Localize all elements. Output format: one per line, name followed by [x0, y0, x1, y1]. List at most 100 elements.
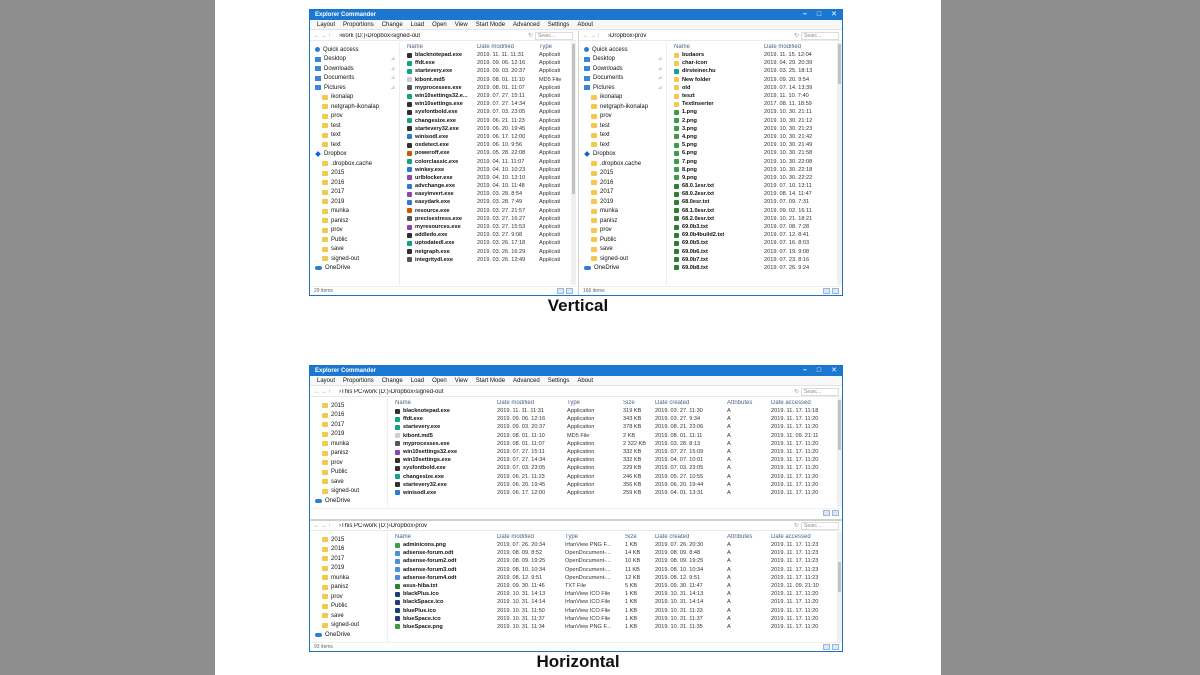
file-row[interactable]: 68.0esr.txt 2019. 07. 09. 7:31 — [671, 198, 836, 206]
file-row[interactable]: blacknotepad.exe 2019. 11. 11. 11:31 Appli… — [404, 51, 570, 59]
nav-item[interactable]: netgraph-ikonalap — [579, 102, 666, 112]
file-row[interactable]: kibont.md5 2019. 08. 01. 11:10 MD5 File — [404, 76, 570, 84]
file-row[interactable]: changesize.exe 2019. 06. 21. 11:23 Applica… — [392, 473, 836, 481]
nav-item[interactable]: Pictures ⊿ — [310, 83, 399, 93]
nav-item[interactable]: 2017 — [579, 188, 666, 198]
column-header[interactable]: Date modified — [477, 44, 539, 50]
up-icon[interactable]: ↑ — [597, 33, 604, 39]
nav-item[interactable]: prov — [310, 592, 387, 602]
refresh-icon[interactable]: ↻ — [794, 32, 801, 39]
menu-open[interactable]: Open — [428, 378, 451, 384]
file-row[interactable]: 68.0.1esr.txt 2019. 07. 10. 13:11 — [671, 182, 836, 190]
refresh-icon[interactable]: ↻ — [794, 388, 801, 395]
scrollbar-thumb[interactable] — [838, 44, 841, 84]
breadcrumb-item[interactable]: signed-out — [392, 33, 420, 39]
nav-item[interactable]: Public — [310, 235, 399, 245]
menu-change[interactable]: Change — [378, 22, 407, 28]
file-row[interactable]: 69.0b5.txt 2019. 07. 16. 8:03 — [671, 239, 836, 247]
file-row[interactable]: TextInserter 2017. 08. 11. 18:59 — [671, 100, 836, 108]
refresh-icon[interactable]: ↻ — [794, 522, 801, 529]
menu-load[interactable]: Load — [407, 22, 428, 28]
column-header[interactable]: Date modified — [497, 400, 567, 406]
file-row[interactable]: sysfontbold.exe 2019. 07. 03. 23:05 Applic… — [404, 108, 570, 116]
nav-item[interactable]: prov — [579, 226, 666, 236]
menu-start-mode[interactable]: Start Mode — [472, 22, 509, 28]
file-row[interactable]: 9.png 2019. 10. 30. 22:22 — [671, 174, 836, 182]
file-row[interactable]: 6.png 2019. 10. 30. 21:58 — [671, 149, 836, 157]
file-row[interactable]: 1.png 2019. 10. 30. 21:11 — [671, 108, 836, 116]
file-row[interactable]: adsense-forum2.odt 2019. 08. 09. 19:25 Ope… — [392, 557, 836, 565]
menu-view[interactable]: View — [451, 378, 472, 384]
file-row[interactable]: bluePlus.ico 2019. 10. 31. 11:50 IrfanView… — [392, 607, 836, 615]
column-header[interactable]: Date accessed — [771, 400, 836, 406]
nav-item[interactable]: save — [579, 245, 666, 255]
nav-item[interactable]: signed-out — [310, 254, 399, 264]
file-row[interactable]: blueSpace.ico 2019. 10. 31. 11:37 IrfanVie… — [392, 615, 836, 623]
column-header[interactable]: Date modified — [764, 44, 830, 50]
file-row[interactable]: resource.exe 2019. 03. 27. 21:57 Applicati — [404, 207, 570, 215]
vertical-scrollbar[interactable] — [837, 42, 842, 285]
tiles-view-icon[interactable] — [832, 644, 839, 650]
nav-item[interactable]: signed-out — [310, 487, 387, 497]
search-input[interactable]: Searc... — [801, 31, 839, 40]
maximize-icon[interactable]: □ — [812, 10, 826, 20]
breadcrumb-item[interactable]: prov — [415, 523, 427, 529]
file-row[interactable]: myresources.exe 2019. 03. 27. 15:53 Applic… — [404, 223, 570, 231]
file-row[interactable]: dirsteiner.hu 2019. 03. 25. 18:13 — [671, 67, 836, 75]
nav-item[interactable]: 2019 — [579, 197, 666, 207]
scrollbar-thumb[interactable] — [572, 44, 575, 194]
nav-item[interactable]: 2017 — [310, 420, 387, 430]
nav-item[interactable]: .dropbox.cache — [310, 159, 399, 169]
file-row[interactable]: netgraph.exe 2019. 03. 26. 16:29 Applicati — [404, 248, 570, 256]
nav-item[interactable]: 2019 — [310, 430, 387, 440]
file-row[interactable]: win10settings32.e... 2019. 07. 27. 15:11 A… — [404, 92, 570, 100]
vertical-scrollbar[interactable] — [837, 532, 842, 643]
file-row[interactable]: ffdt.exe 2019. 09. 06. 12:16 Applicati — [404, 59, 570, 67]
nav-item[interactable]: save — [310, 477, 387, 487]
nav-item[interactable]: panisz — [310, 583, 387, 593]
menu-proportions[interactable]: Proportions — [339, 22, 378, 28]
nav-item[interactable]: munka — [310, 439, 387, 449]
menu-start-mode[interactable]: Start Mode — [472, 378, 509, 384]
vertical-scrollbar[interactable] — [571, 42, 576, 285]
file-row[interactable]: 68.2.0esr.txt 2019. 10. 21. 18:21 — [671, 215, 836, 223]
file-row[interactable]: blackPlus.ico 2019. 10. 31. 14:13 IrfanVie… — [392, 590, 836, 598]
file-row[interactable]: blueSpace.png 2019. 10. 31. 11:34 IrfanVie… — [392, 623, 836, 631]
file-row[interactable]: startevery.exe 2019. 09. 03. 20:37 Applica… — [392, 423, 836, 431]
menu-settings[interactable]: Settings — [544, 22, 574, 28]
back-icon[interactable]: ← — [314, 389, 321, 395]
breadcrumb-item[interactable]: This PC — [341, 523, 362, 529]
file-row[interactable]: changesize.exe 2019. 06. 21. 11:23 Applica… — [404, 117, 570, 125]
file-row[interactable]: budaors 2019. 11. 15. 12:04 — [671, 51, 836, 59]
file-row[interactable]: startevery.exe 2019. 09. 03. 20:37 Applica… — [404, 67, 570, 75]
file-row[interactable]: teszt 2019. 11. 10. 7:40 — [671, 92, 836, 100]
file-row[interactable]: precisestress.exe 2019. 03. 27. 16:27 Appl… — [404, 215, 570, 223]
nav-item[interactable]: munka — [579, 207, 666, 217]
column-header[interactable]: Name — [407, 44, 477, 50]
nav-item[interactable]: Downloads ⊿ — [310, 64, 399, 74]
nav-item[interactable]: test — [310, 121, 399, 131]
forward-icon[interactable]: → — [321, 33, 328, 39]
file-row[interactable]: adsense-forum4.odt 2019. 08. 12. 9:51 Open… — [392, 574, 836, 582]
file-row[interactable]: myprocesses.exe 2019. 08. 01. 11:07 Applic… — [392, 440, 836, 448]
file-row[interactable]: old 2019. 07. 14. 13:39 — [671, 84, 836, 92]
nav-item[interactable]: signed-out — [579, 254, 666, 264]
file-row[interactable]: 4.png 2019. 10. 30. 21:42 — [671, 133, 836, 141]
file-row[interactable]: startevery32.exe 2019. 06. 20. 19:45 Appli… — [392, 481, 836, 489]
file-row[interactable]: asus-hiba.txt 2019. 09. 30. 11:46 TXT File… — [392, 582, 836, 590]
details-view-icon[interactable] — [823, 288, 830, 294]
breadcrumb-item[interactable]: This PC — [341, 389, 362, 395]
nav-item[interactable]: 2017 — [310, 188, 399, 198]
file-row[interactable]: 69.0b8.txt 2019. 07. 26. 9:24 — [671, 264, 836, 272]
tiles-view-icon[interactable] — [832, 288, 839, 294]
nav-item[interactable]: Quick access — [579, 45, 666, 55]
nav-item[interactable]: save — [310, 611, 387, 621]
menu-about[interactable]: About — [573, 378, 597, 384]
menu-advanced[interactable]: Advanced — [509, 22, 544, 28]
column-header[interactable]: Type — [565, 534, 625, 540]
nav-item[interactable]: Documents ⊿ — [579, 74, 666, 84]
file-row[interactable]: integritydl.exe 2019. 03. 26. 12:49 Applic… — [404, 256, 570, 264]
nav-item[interactable]: Downloads ⊿ — [579, 64, 666, 74]
column-header[interactable]: Attributes — [727, 400, 771, 406]
menu-load[interactable]: Load — [407, 378, 428, 384]
